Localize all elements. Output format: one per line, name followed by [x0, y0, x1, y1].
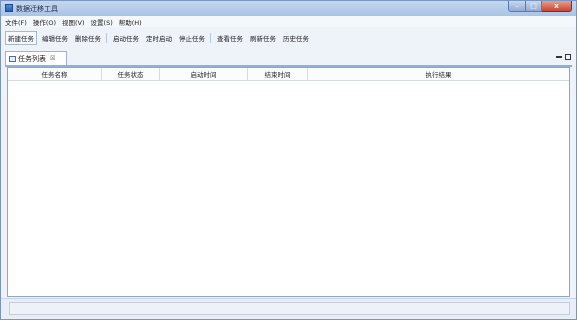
view-task-button[interactable]: 查看任务 — [215, 32, 245, 44]
column-header-start-time[interactable]: 启动时间 — [160, 68, 248, 80]
minimize-button[interactable]: – — [508, 1, 526, 12]
table-header: 任务名称 任务状态 启动时间 结束时间 执行结果 — [8, 68, 569, 81]
list-view-icon — [9, 55, 16, 62]
stop-task-button[interactable]: 停止任务 — [177, 32, 207, 44]
menu-operation[interactable]: 操作(O) — [33, 17, 56, 27]
close-icon: x — [554, 2, 559, 10]
view-minimize-icon[interactable] — [556, 56, 562, 58]
delete-task-button[interactable]: 删除任务 — [73, 32, 103, 44]
menu-help[interactable]: 帮助(H) — [119, 17, 142, 27]
start-task-button[interactable]: 启动任务 — [111, 32, 141, 44]
app-icon — [5, 4, 13, 12]
refresh-task-button[interactable]: 刷新任务 — [248, 32, 278, 44]
view-maximize-icon[interactable] — [565, 54, 571, 60]
menu-view[interactable]: 视图(V) — [62, 17, 85, 27]
column-header-end-time[interactable]: 结束时间 — [248, 68, 308, 80]
column-header-task-name[interactable]: 任务名称 — [8, 68, 102, 80]
column-header-result[interactable]: 执行结果 — [308, 68, 569, 80]
app-window: 数据迁移工具 – □ x 文件(F) 操作(O) 视图(V) 设置(S) 帮助(… — [0, 0, 577, 320]
tab-task-list-label: 任务列表 — [18, 54, 46, 63]
tab-task-list[interactable]: 任务列表 ☒ — [5, 51, 67, 65]
maximize-button[interactable]: □ — [526, 1, 542, 12]
column-header-task-status[interactable]: 任务状态 — [102, 68, 160, 80]
menu-settings[interactable]: 设置(S) — [91, 17, 113, 27]
title-bar[interactable]: 数据迁移工具 – □ x — [1, 1, 576, 16]
history-task-button[interactable]: 历史任务 — [281, 32, 311, 44]
window-title: 数据迁移工具 — [16, 5, 58, 13]
new-task-button[interactable]: 新建任务 — [5, 31, 37, 45]
menu-file[interactable]: 文件(F) — [5, 17, 27, 27]
status-bar — [1, 298, 576, 319]
menu-bar: 文件(F) 操作(O) 视图(V) 设置(S) 帮助(H) — [1, 16, 576, 27]
view-controls — [556, 54, 571, 60]
toolbar-separator — [106, 33, 107, 43]
edit-task-button[interactable]: 编辑任务 — [40, 32, 70, 44]
close-button[interactable]: x — [542, 1, 572, 12]
toolbar: 新建任务 编辑任务 删除任务 启动任务 定时启动 停止任务 查看任务 刷新任务 … — [1, 31, 576, 45]
view-header: 任务列表 ☒ — [5, 49, 572, 67]
window-controls: – □ x — [508, 1, 572, 12]
maximize-icon: □ — [530, 2, 537, 10]
tab-close-icon[interactable]: ☒ — [50, 55, 55, 62]
schedule-start-button[interactable]: 定时启动 — [144, 32, 174, 44]
minimize-icon: – — [515, 2, 519, 10]
status-field — [9, 302, 570, 315]
task-table: 任务名称 任务状态 启动时间 结束时间 执行结果 — [7, 67, 570, 297]
toolbar-separator — [210, 33, 211, 43]
